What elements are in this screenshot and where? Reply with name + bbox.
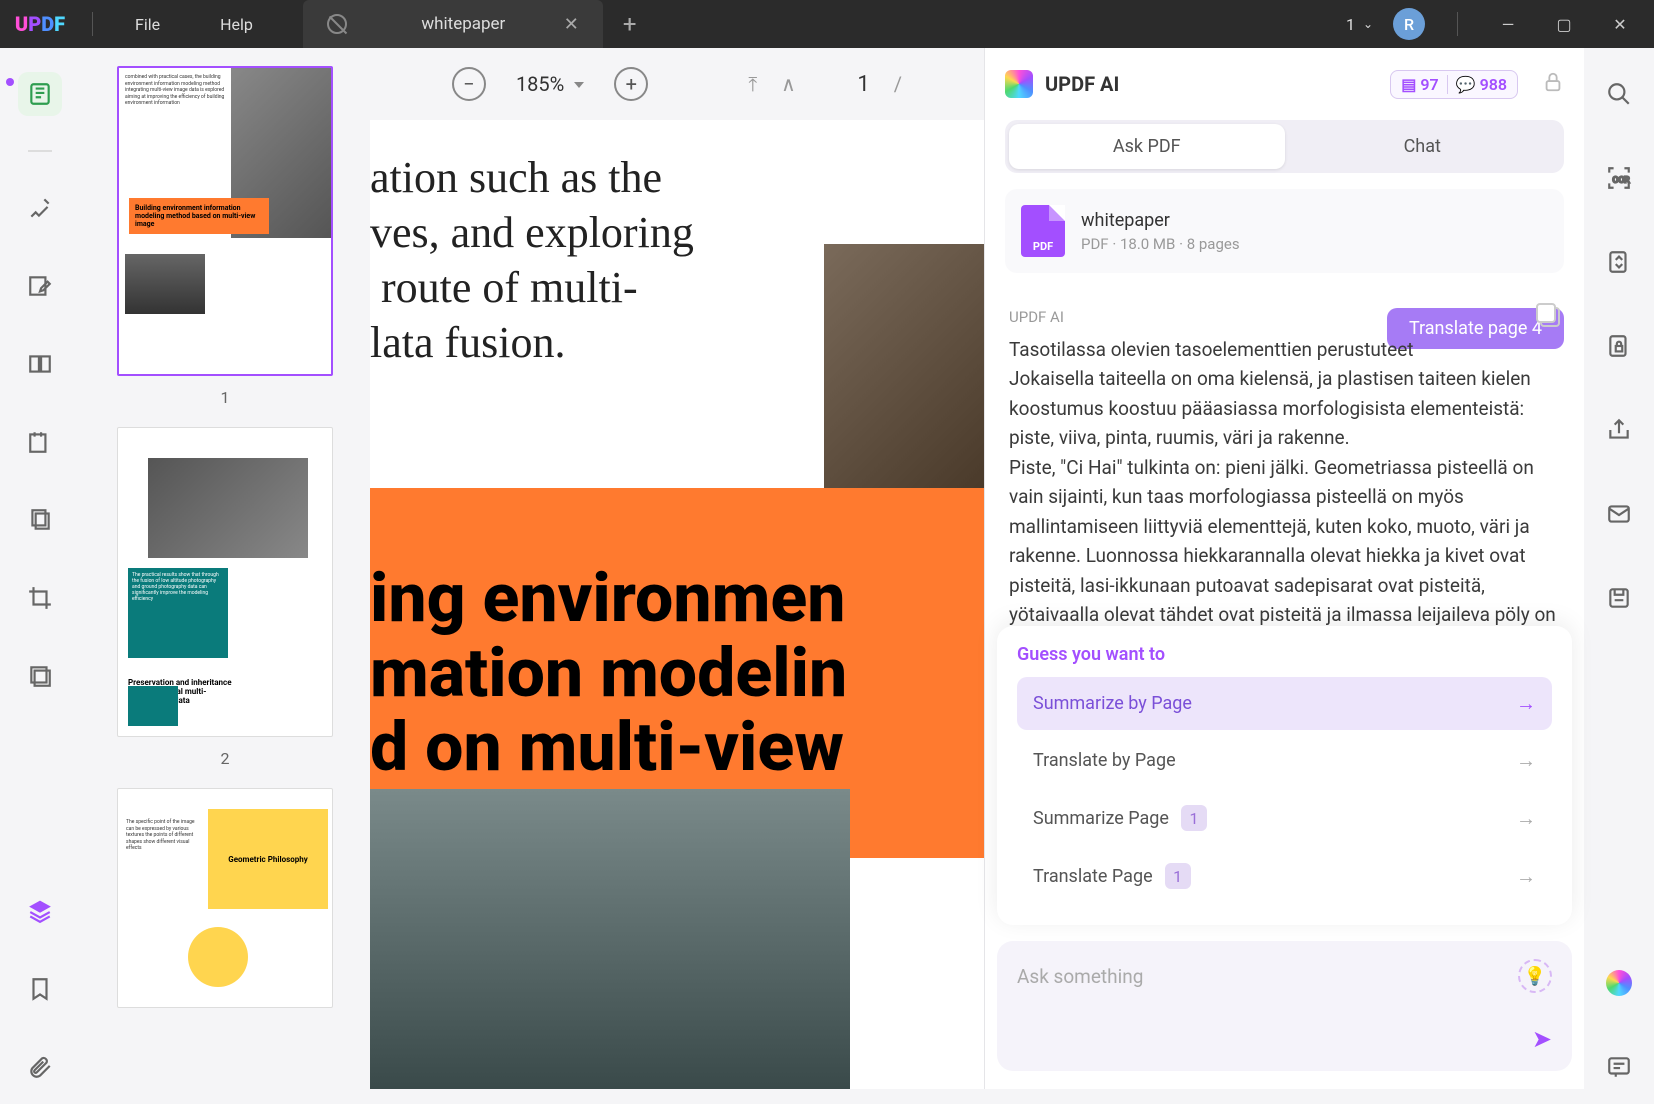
reader-tool[interactable]: [18, 72, 62, 116]
divider: [1457, 12, 1458, 36]
zoom-level[interactable]: 185%: [516, 72, 584, 96]
organize-tool[interactable]: [18, 498, 62, 542]
edit-tool[interactable]: [18, 264, 62, 308]
email-icon[interactable]: [1597, 492, 1641, 536]
ai-header: UPDF AI ▤97 💬988: [985, 48, 1584, 120]
add-tab-button[interactable]: +: [623, 10, 637, 38]
doc-body-text: ation such as the ves, and exploring rou…: [370, 150, 694, 370]
ai-response-label: UPDF AI: [1009, 307, 1560, 327]
send-icon[interactable]: ➤: [1532, 1025, 1552, 1053]
ai-panel: UPDF AI ▤97 💬988 Ask PDF Chat PDF whitep…: [984, 48, 1584, 1089]
pdf-icon: PDF: [1021, 205, 1065, 257]
svg-text:OCR: OCR: [1613, 175, 1631, 185]
page-tool[interactable]: [18, 342, 62, 386]
lock-icon[interactable]: [1542, 71, 1564, 97]
thumb-geo-title: Geometric Philosophy: [208, 809, 328, 909]
document-canvas[interactable]: ation such as the ves, and exploring rou…: [370, 120, 984, 1089]
ai-input-placeholder: Ask something: [1017, 965, 1518, 988]
window-menu[interactable]: 1⌄: [1346, 15, 1373, 34]
banner-line: ing environmen: [370, 561, 984, 636]
share-icon[interactable]: [1597, 408, 1641, 452]
layers-tool[interactable]: [18, 889, 62, 933]
prev-page-icon[interactable]: ∧: [781, 72, 796, 96]
ai-shortcut-icon[interactable]: [1597, 961, 1641, 1005]
thumbnail-page-3[interactable]: The specific point of the image can be e…: [117, 788, 333, 1008]
document-toolbar: − 185% + ⤒ ∧ 1 /: [370, 48, 984, 120]
app-logo: UPDF: [0, 12, 80, 36]
page-number-input[interactable]: 1: [820, 72, 870, 97]
ai-logo-icon: [1005, 70, 1033, 98]
crop-tool[interactable]: [18, 576, 62, 620]
bookmark-tool[interactable]: [18, 967, 62, 1011]
thumbnail-page-2[interactable]: The practical results show that through …: [117, 427, 333, 737]
tab-title: whitepaper: [363, 14, 564, 34]
ai-title: UPDF AI: [1045, 72, 1378, 96]
separator: [28, 150, 52, 152]
left-toolbar: [0, 48, 80, 1089]
badge-doc: ▤97: [1401, 75, 1438, 94]
ocr-icon[interactable]: OCR: [1597, 156, 1641, 200]
badge-chat: 💬988: [1456, 75, 1507, 94]
document-tab[interactable]: whitepaper ✕: [303, 0, 603, 48]
convert-icon[interactable]: [1597, 240, 1641, 284]
document-area: − 185% + ⤒ ∧ 1 / ation such as the ves, …: [370, 48, 984, 1089]
thumb-number: 1: [221, 388, 230, 407]
maximize-button[interactable]: ▢: [1546, 6, 1582, 42]
zoom-in-button[interactable]: +: [614, 67, 648, 101]
ai-input-box[interactable]: Ask something 💡 ➤: [997, 941, 1572, 1071]
suggest-translate-by-page[interactable]: Translate by Page→: [1017, 734, 1552, 787]
search-icon[interactable]: [1597, 72, 1641, 116]
protect-icon[interactable]: [1597, 324, 1641, 368]
ai-response-text: Tasotilassa olevien tasoelementtien peru…: [1009, 335, 1560, 659]
thumbnail-panel: combined with practical cases, the build…: [80, 48, 370, 1089]
suggestions-card: Guess you want to Summarize by Page→ Tra…: [997, 626, 1572, 925]
hint-bulb-icon[interactable]: 💡: [1518, 959, 1552, 993]
suggest-summarize-page[interactable]: Summarize Page1→: [1017, 791, 1552, 845]
banner-line: mation modelin: [370, 636, 984, 711]
suggestions-title: Guess you want to: [1017, 644, 1552, 665]
comment-tool[interactable]: [18, 186, 62, 230]
credit-badges[interactable]: ▤97 💬988: [1390, 70, 1518, 99]
thumb-banner-text: Building environment information modelin…: [129, 198, 269, 234]
titlebar: UPDF File Help whitepaper ✕ + 1⌄ R — ▢ ✕: [0, 0, 1654, 48]
first-page-icon[interactable]: ⤒: [748, 72, 757, 96]
thumb-number: 2: [221, 749, 230, 768]
thumbnail-page-1[interactable]: combined with practical cases, the build…: [117, 66, 333, 376]
avatar[interactable]: R: [1393, 8, 1425, 40]
divider: [92, 12, 93, 36]
doc-image: [824, 244, 984, 488]
ai-tabs: Ask PDF Chat: [1005, 120, 1564, 173]
indicator-dot: [6, 78, 14, 86]
form-tool[interactable]: [18, 420, 62, 464]
comment-list-icon[interactable]: [1597, 1045, 1641, 1089]
menu-file[interactable]: File: [105, 15, 190, 34]
close-button[interactable]: ✕: [1602, 6, 1638, 42]
zoom-out-button[interactable]: −: [452, 67, 486, 101]
close-tab-icon[interactable]: ✕: [564, 14, 579, 35]
suggest-translate-page[interactable]: Translate Page1→: [1017, 849, 1552, 903]
tab-ask-pdf[interactable]: Ask PDF: [1009, 124, 1285, 169]
save-icon[interactable]: [1597, 576, 1641, 620]
file-meta: PDF · 18.0 MB · 8 pages: [1081, 235, 1240, 253]
window-count: 1: [1346, 15, 1355, 34]
suggest-summarize-by-page[interactable]: Summarize by Page→: [1017, 677, 1552, 730]
tab-chat[interactable]: Chat: [1285, 124, 1561, 169]
redact-tool[interactable]: [18, 654, 62, 698]
minimize-button[interactable]: —: [1490, 6, 1526, 42]
tab-icon: [327, 14, 347, 34]
file-name: whitepaper: [1081, 210, 1240, 231]
copy-icon[interactable]: [1540, 307, 1560, 327]
banner-line: d on multi-view: [370, 710, 984, 785]
doc-image: [370, 789, 850, 1089]
menu-help[interactable]: Help: [190, 15, 283, 34]
ai-file-card[interactable]: PDF whitepaper PDF · 18.0 MB · 8 pages: [1005, 189, 1564, 273]
right-toolbar: OCR: [1584, 48, 1654, 1089]
attachment-tool[interactable]: [18, 1045, 62, 1089]
page-separator: /: [894, 72, 902, 96]
